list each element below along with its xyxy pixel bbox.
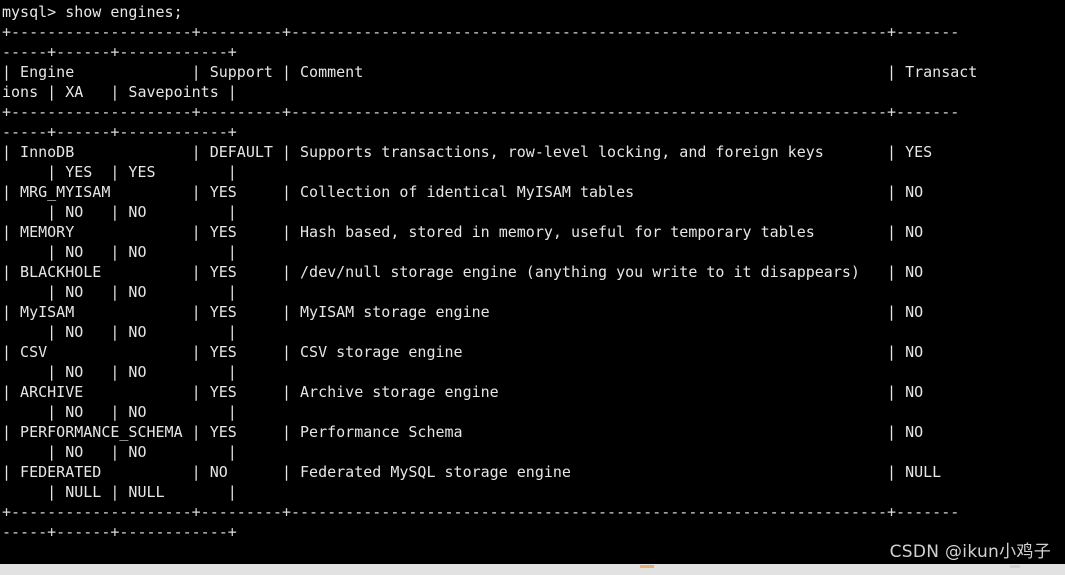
line-rule-bot-a: +--------------------+---------+--------… [2, 503, 960, 521]
line-rule-bot-b: -----+------+------------+ [2, 523, 237, 541]
line-rule-top-a: +--------------------+---------+--------… [2, 23, 960, 41]
line-myisam-b: | NO | NO | [2, 323, 237, 341]
csdn-watermark: CSDN @ikun小鸡子 [889, 542, 1051, 562]
line-rule-mid-a: +--------------------+---------+--------… [2, 103, 960, 121]
line-head-b: ions | XA | Savepoints | [2, 83, 237, 101]
line-fed-a: | FEDERATED | NO | Federated MySQL stora… [2, 463, 942, 481]
line-fed-b: | NULL | NULL | [2, 483, 237, 501]
line-rule-mid-b: -----+------+------------+ [2, 123, 237, 141]
bottom-status-strip [0, 564, 1065, 575]
terminal-window[interactable]: mysql> show engines; +-------------------… [0, 0, 1065, 565]
status-strip-mark-gray [1010, 565, 1020, 568]
line-perf-a: | PERFORMANCE_SCHEMA | YES | Performance… [2, 423, 924, 441]
line-head-a: | Engine | Support | Comment | Transact [2, 63, 978, 81]
line-prompt: mysql> show engines; [2, 3, 183, 21]
terminal-output[interactable]: mysql> show engines; +-------------------… [0, 0, 1065, 542]
line-csv-a: | CSV | YES | CSV storage engine | NO [2, 343, 924, 361]
line-archive-b: | NO | NO | [2, 403, 237, 421]
line-archive-a: | ARCHIVE | YES | Archive storage engine… [2, 383, 924, 401]
line-blackhole-b: | NO | NO | [2, 283, 237, 301]
line-memory-a: | MEMORY | YES | Hash based, stored in m… [2, 223, 924, 241]
line-csv-b: | NO | NO | [2, 363, 237, 381]
line-blackhole-a: | BLACKHOLE | YES | /dev/null storage en… [2, 263, 924, 281]
line-myisam-a: | MyISAM | YES | MyISAM storage engine |… [2, 303, 924, 321]
line-memory-b: | NO | NO | [2, 243, 237, 261]
line-mrg-b: | NO | NO | [2, 203, 237, 221]
line-innodb-b: | YES | YES | [2, 163, 237, 181]
line-perf-b: | NO | NO | [2, 443, 237, 461]
screenshot-root: mysql> show engines; +-------------------… [0, 0, 1065, 575]
line-mrg-a: | MRG_MYISAM | YES | Collection of ident… [2, 183, 924, 201]
line-innodb-a: | InnoDB | DEFAULT | Supports transactio… [2, 143, 933, 161]
status-strip-mark-orange [640, 565, 654, 568]
line-rule-top-b: -----+------+------------+ [2, 43, 237, 61]
